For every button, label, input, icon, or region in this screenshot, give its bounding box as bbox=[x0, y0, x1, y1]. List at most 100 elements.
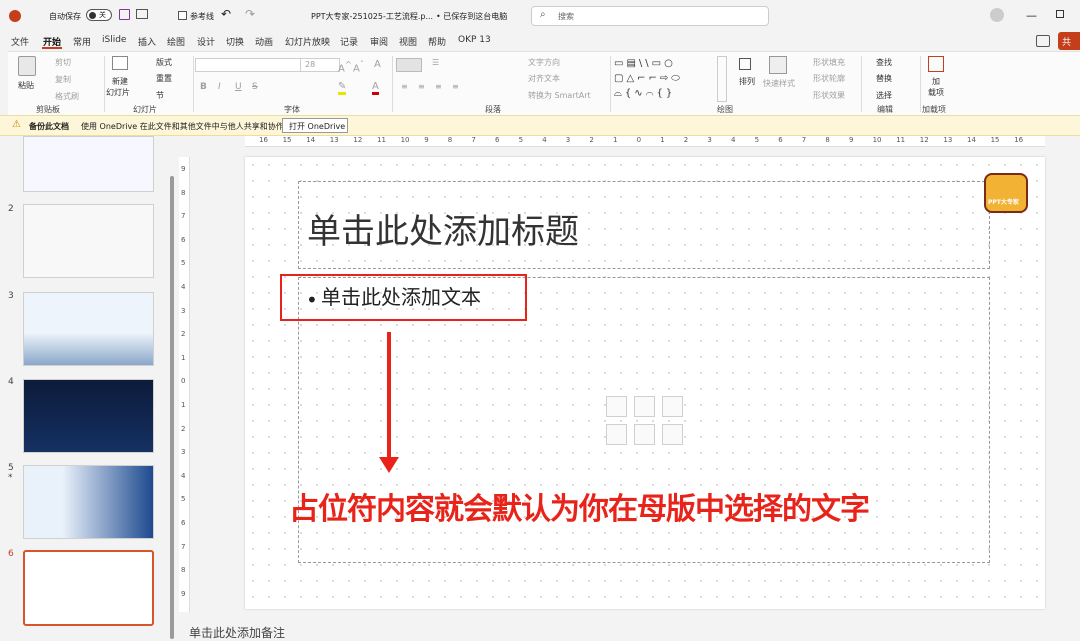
insert-video-icon[interactable] bbox=[606, 424, 627, 445]
quick-styles-button[interactable]: 快速样式 bbox=[763, 78, 795, 89]
ref-line-checkbox[interactable] bbox=[178, 11, 187, 20]
restore-icon[interactable] bbox=[1056, 10, 1064, 18]
smartart-button[interactable]: 转换为 SmartArt bbox=[528, 90, 591, 101]
shape-fill-button[interactable]: 形状填充 bbox=[813, 57, 845, 68]
menu-draw[interactable]: 绘图 bbox=[167, 35, 185, 48]
slide-thumbnail-3[interactable] bbox=[23, 292, 154, 366]
menu-animations[interactable]: 动画 bbox=[255, 35, 273, 48]
ruler-h-label: 6 bbox=[495, 136, 500, 144]
italic-button[interactable]: I bbox=[218, 82, 221, 92]
insert-chart-icon[interactable] bbox=[662, 424, 683, 445]
arrange-button[interactable]: 排列 bbox=[739, 76, 755, 87]
menu-common[interactable]: 常用 bbox=[73, 35, 91, 48]
format-painter-button[interactable]: 格式刷 bbox=[55, 91, 79, 102]
strike-button[interactable]: S bbox=[252, 82, 258, 92]
reset-button[interactable]: 重置 bbox=[156, 73, 172, 84]
underline-button[interactable]: U bbox=[235, 82, 242, 92]
cut-button[interactable]: 剪切 bbox=[55, 57, 71, 68]
save-icon[interactable] bbox=[119, 9, 130, 20]
thumbnail-scroll-thumb[interactable] bbox=[170, 176, 174, 639]
menu-view[interactable]: 视图 bbox=[399, 35, 417, 48]
align-text-button[interactable]: 对齐文本 bbox=[528, 73, 560, 84]
font-size-combo[interactable]: 28 bbox=[300, 58, 340, 72]
avatar[interactable] bbox=[990, 8, 1004, 22]
slides-group-label: 幻灯片 bbox=[133, 105, 157, 114]
shape-effects-button[interactable]: 形状效果 bbox=[813, 90, 845, 101]
section-button[interactable]: 节 bbox=[156, 90, 164, 101]
align-left-icon[interactable]: ≡ bbox=[401, 82, 408, 91]
bold-button[interactable]: B bbox=[200, 82, 207, 92]
insert-icon-icon[interactable] bbox=[634, 396, 655, 417]
text-direction-button[interactable]: 文字方向 bbox=[528, 57, 560, 68]
grow-font-icon[interactable]: A^ bbox=[338, 59, 352, 74]
insert-3d-model-icon[interactable] bbox=[662, 396, 683, 417]
redo-icon[interactable]: ↷ bbox=[245, 7, 255, 21]
ruler-h-label: 12 bbox=[353, 136, 363, 144]
align-right-icon[interactable]: ≡ bbox=[435, 82, 442, 91]
comment-icon[interactable] bbox=[1036, 35, 1050, 47]
new-slide-button[interactable]: 新建 bbox=[112, 76, 128, 87]
slide-thumbnail-1[interactable] bbox=[23, 136, 154, 192]
ruler-h-label: 13 bbox=[329, 136, 339, 144]
title-placeholder[interactable]: 单击此处添加标题 bbox=[298, 181, 990, 269]
font-family-combo[interactable] bbox=[195, 58, 305, 72]
new-slide-button-line2[interactable]: 幻灯片 bbox=[106, 87, 130, 98]
ruler-v-label: 1 bbox=[181, 401, 186, 409]
shape-outline-button[interactable]: 形状轮廓 bbox=[813, 73, 845, 84]
slide-thumbnail-5[interactable] bbox=[23, 465, 154, 539]
select-button[interactable]: 选择 bbox=[876, 90, 892, 101]
quick-styles-icon[interactable] bbox=[769, 56, 787, 74]
menu-slideshow[interactable]: 幻灯片放映 bbox=[285, 35, 330, 48]
ruler-h-label: 3 bbox=[565, 136, 571, 144]
copy-button[interactable]: 复制 bbox=[55, 74, 71, 85]
slide-thumbnail-4[interactable] bbox=[23, 379, 154, 453]
menu-design[interactable]: 设计 bbox=[197, 35, 215, 48]
autosave-toggle[interactable]: 关 bbox=[86, 9, 112, 21]
open-onedrive-button[interactable]: 打开 OneDrive bbox=[282, 118, 348, 133]
menu-okp[interactable]: OKP 13 bbox=[458, 35, 491, 45]
highlight-icon[interactable]: ✎ bbox=[338, 81, 347, 95]
shapes-scroll[interactable] bbox=[717, 56, 727, 102]
layout-button[interactable]: 版式 bbox=[156, 57, 172, 68]
menu-transitions[interactable]: 切换 bbox=[226, 35, 244, 48]
font-color-icon[interactable]: A bbox=[372, 81, 379, 95]
new-slide-icon[interactable] bbox=[112, 56, 128, 70]
paste-button[interactable]: 粘贴 bbox=[18, 80, 34, 91]
align-center-icon[interactable]: ≡ bbox=[418, 82, 425, 91]
share-button[interactable]: 共 bbox=[1058, 32, 1080, 50]
slide-thumbnail-2[interactable] bbox=[23, 204, 154, 278]
ruler-h-label: 9 bbox=[849, 136, 854, 144]
minimize-icon[interactable]: — bbox=[1026, 9, 1037, 22]
menu-review[interactable]: 审阅 bbox=[370, 35, 388, 48]
insert-picture-icon[interactable] bbox=[606, 396, 627, 417]
addins-button-line2[interactable]: 载项 bbox=[928, 87, 944, 98]
ruler-v-label: 3 bbox=[181, 448, 186, 457]
search-box[interactable]: ⌕ 搜索 bbox=[531, 6, 769, 26]
menu-file[interactable]: 文件 bbox=[11, 35, 29, 48]
undo-icon[interactable]: ↶ bbox=[221, 7, 231, 21]
ppt-expert-logo: PPT大专家 bbox=[984, 173, 1028, 213]
menu-insert[interactable]: 插入 bbox=[138, 35, 156, 48]
addins-icon[interactable] bbox=[928, 56, 944, 72]
insert-table-icon[interactable] bbox=[634, 424, 655, 445]
arrange-icon[interactable] bbox=[739, 58, 751, 70]
shapes-gallery[interactable]: ▭▤\\▭○ ▢△⌐⌐⇨⬭ ⌓{∿⌒{} bbox=[614, 56, 710, 102]
ruler-v-label: 2 bbox=[181, 424, 186, 433]
replace-button[interactable]: 替换 bbox=[876, 73, 892, 84]
menu-record[interactable]: 记录 bbox=[340, 35, 358, 48]
justify-icon[interactable]: ≡ bbox=[452, 82, 459, 91]
addins-button[interactable]: 加 bbox=[932, 76, 940, 87]
present-icon[interactable] bbox=[136, 9, 148, 19]
paste-icon[interactable] bbox=[18, 56, 36, 76]
numbering-icon[interactable]: ☰ bbox=[432, 58, 439, 67]
menu-help[interactable]: 帮助 bbox=[428, 35, 446, 48]
bullets-button[interactable] bbox=[396, 58, 422, 72]
shrink-font-icon[interactable]: Aˇ bbox=[353, 59, 364, 74]
slide-thumbnail-6-selected[interactable] bbox=[23, 550, 154, 626]
thumbnail-scrollbar[interactable] bbox=[168, 136, 176, 639]
slide-canvas[interactable]: 单击此处添加标题 • 单击此处添加文本 占位符内容就会默认为你在母版中选择的文字… bbox=[245, 157, 1045, 609]
clear-format-icon[interactable]: A bbox=[374, 59, 381, 70]
menu-islide[interactable]: iSlide bbox=[102, 35, 126, 45]
notes-pane[interactable]: 单击此处添加备注 bbox=[176, 617, 1080, 640]
find-button[interactable]: 查找 bbox=[876, 57, 892, 68]
